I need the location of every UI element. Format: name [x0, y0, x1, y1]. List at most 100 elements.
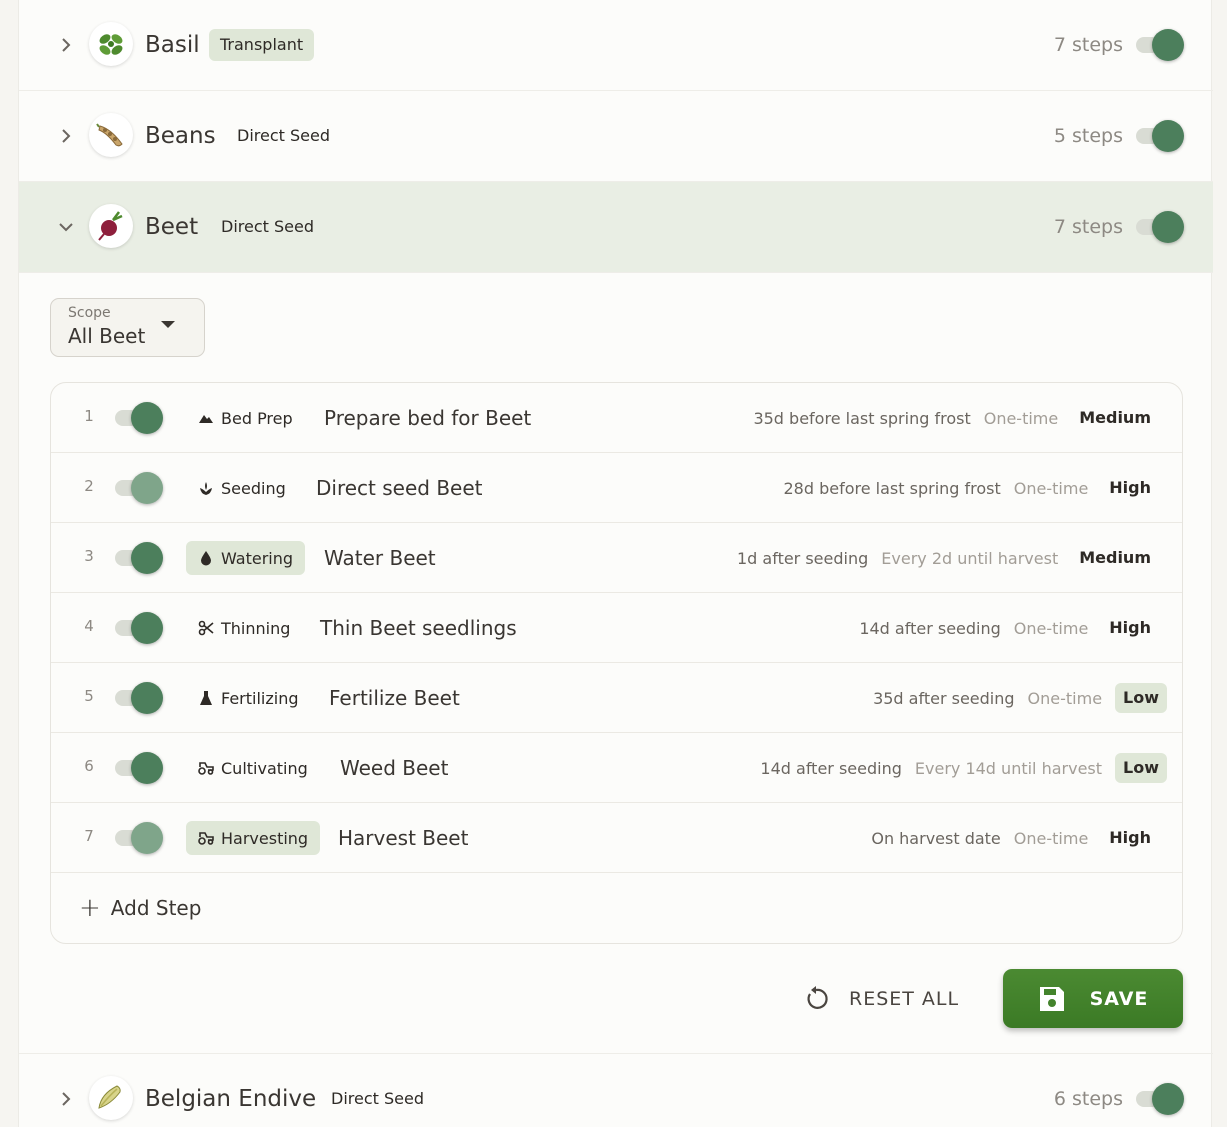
step-toggle[interactable]: [113, 611, 163, 645]
chevron-right-icon[interactable]: [57, 127, 75, 145]
step-toggle[interactable]: [113, 401, 163, 435]
step-category: Watering: [186, 541, 306, 575]
step-row[interactable]: 5 Fertilizing Fertilize Beet 35d after s…: [51, 663, 1182, 733]
step-meta: 14d after seeding Every 14d until harves…: [760, 751, 1167, 785]
step-title[interactable]: Direct seed Beet: [316, 473, 483, 503]
step-priority: Medium: [1079, 408, 1151, 427]
step-recurrence: One-time: [1013, 478, 1089, 498]
step-meta: 28d before last spring frost One-time Hi…: [784, 471, 1160, 505]
scope-select[interactable]: Scope All Beet: [50, 298, 205, 357]
step-priority: High: [1109, 478, 1151, 497]
step-category: Cultivating: [186, 751, 320, 785]
step-row[interactable]: 7 Harvesting Harvest Beet On harvest dat…: [51, 803, 1182, 873]
step-category: Bed Prep: [186, 401, 305, 435]
crop-toggle[interactable]: [1134, 210, 1184, 244]
step-recurrence: One-time: [1013, 618, 1089, 638]
basil-icon: [89, 22, 133, 66]
step-title[interactable]: Weed Beet: [340, 753, 448, 783]
crop-row-basil[interactable]: Basil Transplant 7 steps: [19, 0, 1213, 91]
step-category: Seeding: [186, 471, 298, 505]
step-number: 5: [84, 687, 94, 705]
step-toggle[interactable]: [113, 821, 163, 855]
step-category: Fertilizing: [186, 681, 311, 715]
mountain-icon: [199, 415, 213, 423]
step-number: 2: [84, 477, 94, 495]
step-recurrence: Every 14d until harvest: [914, 758, 1103, 778]
tractor-icon: [198, 762, 214, 775]
step-row[interactable]: 2 Seeding Direct seed Beet 28d before la…: [51, 453, 1182, 523]
crop-toggle[interactable]: [1134, 119, 1184, 153]
step-number: 1: [84, 407, 94, 425]
step-priority: Low: [1115, 683, 1167, 713]
step-meta: 1d after seeding Every 2d until harvest …: [737, 541, 1159, 575]
step-timing: 35d after seeding: [873, 688, 1015, 708]
crop-name: Basil: [145, 32, 200, 58]
step-timing: 28d before last spring frost: [783, 478, 1001, 498]
plus-icon: +: [79, 893, 101, 923]
save-label: SAVE: [1089, 987, 1149, 1010]
step-title[interactable]: Thin Beet seedlings: [320, 613, 517, 643]
crop-name: Beet: [145, 214, 199, 240]
crop-step-count: 7 steps: [1053, 34, 1123, 56]
step-timing: 14d after seeding: [760, 758, 902, 778]
dropdown-caret-icon: [161, 321, 175, 328]
step-timing: 35d before last spring frost: [753, 408, 971, 428]
sprout-icon: [200, 482, 212, 495]
crop-row-beet[interactable]: Beet Direct Seed 7 steps: [19, 182, 1213, 273]
step-row[interactable]: 1 Bed Prep Prepare bed for Beet 35d befo…: [51, 383, 1182, 453]
step-timing: 1d after seeding: [736, 548, 869, 568]
step-category-label: Watering: [221, 548, 294, 568]
chevron-down-icon[interactable]: [57, 218, 75, 236]
step-toggle[interactable]: [113, 541, 163, 575]
step-timing: On harvest date: [871, 828, 1001, 848]
step-number: 6: [84, 757, 94, 775]
crop-row-belgian-endive[interactable]: Belgian Endive Direct Seed 6 steps: [19, 1053, 1213, 1127]
step-row[interactable]: 4 Thinning Thin Beet seedlings 14d after…: [51, 593, 1182, 663]
reset-all-label: RESET ALL: [849, 988, 960, 1010]
beans-icon: [89, 113, 133, 157]
save-button[interactable]: SAVE: [1003, 969, 1183, 1028]
step-row[interactable]: 3 Watering Water Beet 1d after seeding E…: [51, 523, 1182, 593]
step-meta: 35d before last spring frost One-time Me…: [753, 401, 1159, 435]
reset-icon: [807, 986, 828, 1009]
step-category-label: Harvesting: [221, 828, 309, 848]
step-priority: Medium: [1079, 548, 1151, 567]
step-title[interactable]: Water Beet: [324, 543, 436, 573]
crop-method-badge: Direct Seed: [237, 126, 330, 145]
step-category-label: Fertilizing: [221, 688, 299, 708]
crop-method-badge: Transplant: [209, 29, 315, 61]
step-recurrence: One-time: [1013, 828, 1089, 848]
tractor-icon: [198, 832, 214, 845]
step-meta: 35d after seeding One-time Low: [873, 681, 1167, 715]
step-category-label: Thinning: [221, 618, 291, 638]
chevron-right-icon[interactable]: [57, 1090, 75, 1108]
step-recurrence: One-time: [1027, 688, 1103, 708]
beet-icon: [89, 204, 133, 248]
crop-name: Beans: [145, 123, 216, 149]
step-title[interactable]: Harvest Beet: [338, 823, 468, 853]
step-title[interactable]: Prepare bed for Beet: [324, 403, 531, 433]
crop-toggle[interactable]: [1134, 28, 1184, 62]
step-toggle[interactable]: [113, 681, 163, 715]
reset-all-button[interactable]: RESET ALL: [803, 982, 959, 1016]
step-priority: Low: [1115, 753, 1167, 783]
crop-toggle[interactable]: [1134, 1082, 1184, 1116]
step-toggle[interactable]: [113, 751, 163, 785]
step-number: 4: [84, 617, 94, 635]
step-meta: On harvest date One-time High: [871, 821, 1159, 855]
step-title[interactable]: Fertilize Beet: [329, 683, 460, 713]
scissors-icon: [198, 620, 214, 636]
crop-method-badge: Direct Seed: [331, 1089, 424, 1108]
step-priority: High: [1109, 618, 1151, 637]
crop-row-beans[interactable]: Beans Direct Seed 5 steps: [19, 91, 1213, 182]
step-toggle[interactable]: [113, 471, 163, 505]
belgian-endive-icon: [89, 1076, 133, 1120]
step-category-label: Cultivating: [221, 758, 308, 778]
crop-step-count: 7 steps: [1053, 216, 1123, 238]
crop-method-badge: Direct Seed: [221, 217, 314, 236]
step-category-label: Seeding: [221, 478, 286, 498]
crop-step-count: 6 steps: [1053, 1088, 1123, 1110]
step-row[interactable]: 6 Cultivating Weed Beet 14d after seedin…: [51, 733, 1182, 803]
add-step-button[interactable]: + Add Step: [79, 895, 201, 921]
chevron-right-icon[interactable]: [57, 36, 75, 54]
